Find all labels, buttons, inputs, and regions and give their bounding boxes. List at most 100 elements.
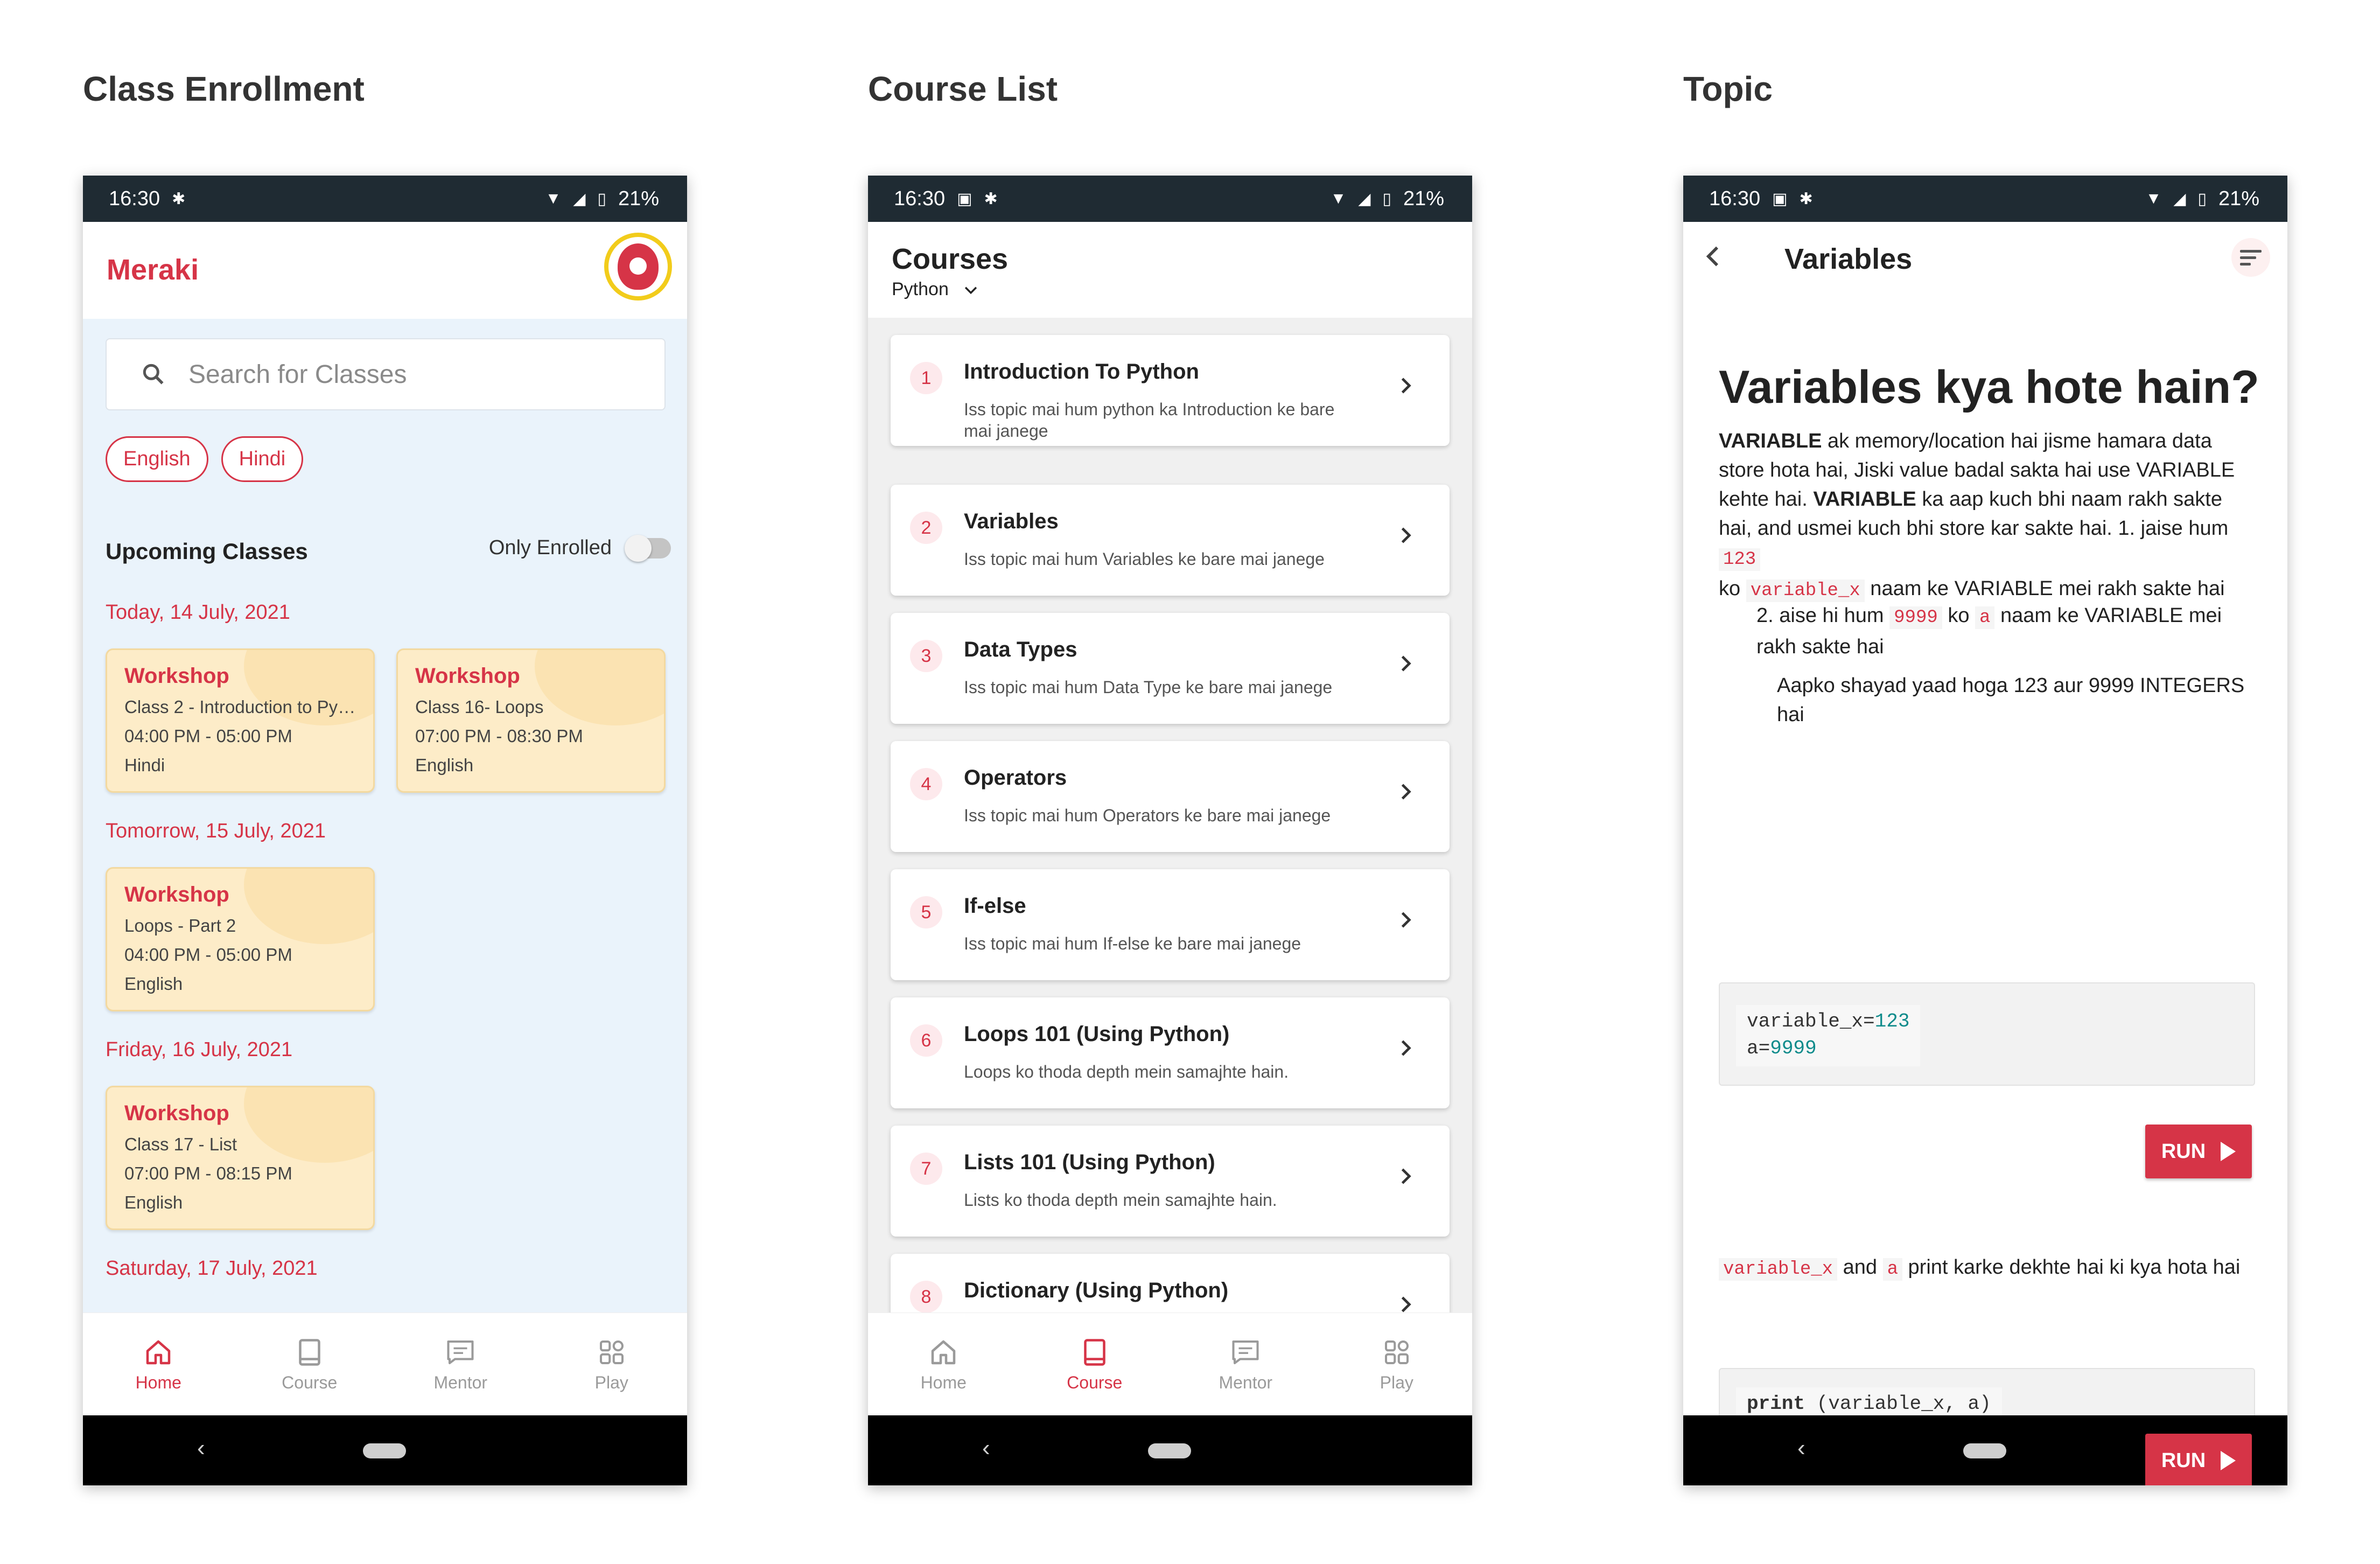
- chevron-down-icon: [964, 287, 977, 294]
- course-name: Lists 101 (Using Python): [964, 1150, 1215, 1174]
- wifi-icon: ▼: [1330, 190, 1347, 207]
- course-number-badge: 7: [910, 1153, 942, 1185]
- code-content: variable_x=123 a=9999: [1736, 1005, 1921, 1066]
- course-card[interactable]: 6 Loops 101 (Using Python) Loops ko thoda …: [891, 997, 1450, 1108]
- course-number-badge: 8: [910, 1281, 942, 1313]
- chevron-right-icon: [1401, 1168, 1411, 1184]
- system-nav-bar: ‹: [868, 1415, 1472, 1485]
- signal-icon: ◢: [2173, 190, 2186, 208]
- class-card[interactable]: Workshop Class 2 - Introduction to Pytho…: [106, 648, 375, 793]
- back-arrow-icon[interactable]: [1698, 241, 1728, 271]
- bold-text: VARIABLE: [1719, 430, 1822, 452]
- book-icon: [299, 1338, 320, 1366]
- course-card[interactable]: 5 If-else Iss topic mai hum If-else ke bar…: [891, 869, 1450, 980]
- chevron-right-icon: [1401, 378, 1411, 394]
- course-card[interactable]: 1 Introduction To Python Iss topic mai hum…: [891, 335, 1450, 446]
- page-title: Variables: [1784, 243, 1913, 275]
- nav-home[interactable]: Home: [868, 1313, 1019, 1415]
- code-block[interactable]: variable_x=123 a=9999: [1719, 982, 2255, 1086]
- class-card-type: Workshop: [124, 664, 229, 688]
- chip-english[interactable]: English: [106, 436, 208, 482]
- system-back-icon[interactable]: ‹: [1797, 1435, 1805, 1462]
- bug-icon: ✱: [984, 190, 998, 208]
- list-item: 2. aise hi hum 9999 ko a naam ke VARIABL…: [1756, 601, 2257, 661]
- chevron-right-icon: [1401, 655, 1411, 672]
- system-back-icon[interactable]: ‹: [197, 1435, 205, 1462]
- course-card[interactable]: 2 Variables Iss topic mai hum Variables ke…: [891, 485, 1450, 596]
- system-home-pill[interactable]: [1963, 1443, 2006, 1458]
- paragraph-text: and: [1837, 1256, 1883, 1279]
- status-time: 16:30: [109, 187, 160, 210]
- only-enrolled-toggle[interactable]: [625, 534, 671, 562]
- course-card[interactable]: 4 Operators Iss topic mai hum Operators ke…: [891, 741, 1450, 852]
- course-card[interactable]: 7 Lists 101 (Using Python) Lists ko thoda …: [891, 1126, 1450, 1237]
- course-card[interactable]: 8 Dictionary (Using Python): [891, 1254, 1450, 1313]
- bold-text: VARIABLE: [1813, 488, 1916, 511]
- phone-class-enrollment: 16:30 ✱ ▼ ◢ ▯ 21% Meraki Search for Classes …: [83, 176, 687, 1485]
- nav-home[interactable]: Home: [83, 1313, 234, 1415]
- course-card[interactable]: 3 Data Types Iss topic mai hum Data Type k…: [891, 613, 1450, 724]
- list-text: ko: [1942, 604, 1976, 627]
- list-note: Aapko shayad yaad hoga 123 aur 9999 INTE…: [1777, 674, 2245, 726]
- inline-code: a: [1882, 1258, 1902, 1281]
- date-label: Friday, 16 July, 2021: [106, 1038, 293, 1061]
- status-time: 16:30: [894, 187, 946, 210]
- class-card-language: English: [415, 755, 474, 775]
- run-button-label: RUN: [2161, 1140, 2206, 1163]
- code-block[interactable]: print (variable_x, a): [1719, 1368, 2255, 1415]
- class-card[interactable]: Workshop Class 17 - List 07:00 PM - 08:1…: [106, 1086, 375, 1230]
- nav-play[interactable]: Play: [1321, 1313, 1473, 1415]
- code-number: 9999: [1770, 1037, 1817, 1059]
- nav-course[interactable]: Course: [1019, 1313, 1171, 1415]
- class-card-type: Workshop: [124, 883, 229, 906]
- battery-level: 21%: [1403, 187, 1444, 210]
- app-header: Meraki: [83, 222, 687, 319]
- chat-icon: [447, 1340, 474, 1364]
- nav-course[interactable]: Course: [234, 1313, 386, 1415]
- bottom-nav: Home Course Mentor Play: [83, 1312, 687, 1415]
- nav-mentor-label: Mentor: [1219, 1372, 1273, 1392]
- class-card-type: Workshop: [124, 1101, 229, 1125]
- paragraph-text: print karke dekhte hai ki kya hota hai: [1902, 1256, 2241, 1279]
- code-token: a=: [1747, 1037, 1770, 1059]
- course-number-badge: 4: [910, 768, 942, 800]
- image-icon: ▣: [957, 190, 972, 208]
- system-home-pill[interactable]: [363, 1443, 406, 1458]
- nav-home-label: Home: [135, 1372, 181, 1392]
- course-name: Loops 101 (Using Python): [964, 1022, 1230, 1046]
- inline-code: variable_x: [1719, 1258, 1838, 1281]
- language-selector[interactable]: Python: [892, 279, 980, 300]
- chevron-right-icon: [1401, 1296, 1411, 1312]
- code-token: variable_x=: [1747, 1010, 1875, 1032]
- chip-hindi[interactable]: Hindi: [221, 436, 304, 482]
- date-label: Today, 14 July, 2021: [106, 601, 290, 624]
- home-icon: [146, 1340, 171, 1364]
- course-description: Iss topic mai hum Data Type ke bare mai …: [964, 678, 1333, 697]
- bottom-nav: Home Course Mentor Play: [868, 1312, 1472, 1415]
- avatar[interactable]: [604, 233, 672, 301]
- nav-mentor[interactable]: Mentor: [385, 1313, 536, 1415]
- system-back-icon[interactable]: ‹: [982, 1435, 990, 1462]
- run-button[interactable]: RUN: [2145, 1434, 2252, 1485]
- menu-sort-icon[interactable]: [2231, 238, 2270, 277]
- nav-mentor[interactable]: Mentor: [1170, 1313, 1321, 1415]
- chat-icon: [1232, 1340, 1259, 1364]
- class-card-name: Class 2 - Introduction to Python: [124, 697, 356, 717]
- inline-code: a: [1975, 606, 1995, 629]
- bug-icon: ✱: [172, 190, 186, 208]
- search-placeholder: Search for Classes: [188, 360, 407, 389]
- run-button[interactable]: RUN: [2145, 1125, 2252, 1178]
- paragraph-text: ko: [1719, 577, 1746, 600]
- status-bar: 16:30 ▣ ✱ ▼ ◢ ▯ 21%: [1683, 176, 2287, 222]
- page-title: Courses: [892, 243, 1009, 275]
- class-card[interactable]: Workshop Loops - Part 2 04:00 PM - 05:00…: [106, 867, 375, 1011]
- system-home-pill[interactable]: [1148, 1443, 1191, 1458]
- status-bar: 16:30 ▣ ✱ ▼ ◢ ▯ 21%: [868, 176, 1472, 222]
- search-input[interactable]: Search for Classes: [106, 338, 666, 410]
- avatar-image: [618, 243, 659, 290]
- nav-play[interactable]: Play: [536, 1313, 688, 1415]
- nav-course-label: Course: [282, 1372, 338, 1392]
- battery-level: 21%: [2218, 187, 2259, 210]
- class-card[interactable]: Workshop Class 16- Loops 07:00 PM - 08:3…: [396, 648, 666, 793]
- code-content: print (variable_x, a): [1736, 1387, 2002, 1415]
